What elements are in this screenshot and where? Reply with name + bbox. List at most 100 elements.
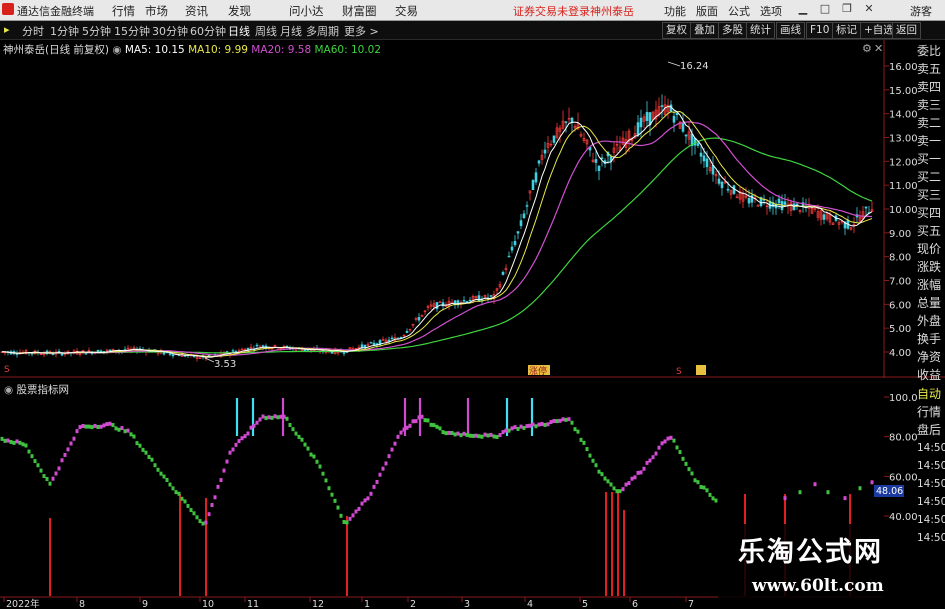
login-warning[interactable]: 证券交易未登录 xyxy=(513,3,590,19)
indicator-segment xyxy=(54,471,58,476)
candle-body xyxy=(501,271,505,275)
stats-button[interactable]: 统计 xyxy=(746,22,775,39)
indicator-segment xyxy=(858,486,862,491)
side-item[interactable]: 买三 xyxy=(917,186,945,204)
side-item[interactable]: 换手 xyxy=(917,330,945,348)
indicator-segment xyxy=(642,466,646,471)
side-item[interactable]: 净资 xyxy=(917,348,945,366)
candlesticks xyxy=(0,94,874,362)
menu-quotes[interactable]: 行情 xyxy=(112,3,135,19)
menu-discover[interactable]: 发现 xyxy=(228,3,251,19)
side-item[interactable]: 外盘 xyxy=(917,312,945,330)
guest-login[interactable]: 游客 xyxy=(910,3,932,19)
kline-chart[interactable]: 16.00 15.00 14.00 13.00 12.00 11.00 10.00 9.00 8… xyxy=(0,40,945,378)
period-15min[interactable]: 15分钟 xyxy=(114,23,150,39)
period-monthly[interactable]: 月线 xyxy=(280,23,302,39)
indicator-segment xyxy=(657,445,661,450)
period-30min[interactable]: 30分钟 xyxy=(152,23,188,39)
side-lower-item[interactable]: 14:50 xyxy=(917,493,945,511)
ma20-line xyxy=(1,121,873,356)
period-more[interactable]: 更多 > xyxy=(344,23,379,39)
side-item[interactable]: 涨幅 xyxy=(917,276,945,294)
minimize-icon[interactable]: ▁ xyxy=(796,2,810,16)
side-item[interactable]: 卖一 xyxy=(917,132,945,150)
menu-news[interactable]: 资讯 xyxy=(185,3,208,19)
side-item[interactable]: 买二 xyxy=(917,168,945,186)
multi-stock-button[interactable]: 多股 xyxy=(718,22,747,39)
candle-body xyxy=(522,213,526,218)
pane-close-icon[interactable]: ✕ xyxy=(874,42,883,55)
menu-market[interactable]: 市场 xyxy=(145,3,168,19)
side-item[interactable]: 卖四 xyxy=(917,78,945,96)
side-lower-item[interactable]: 14:50 xyxy=(917,475,945,493)
side-lower-item[interactable]: 14:50 xyxy=(917,511,945,529)
side-item[interactable]: 委比 xyxy=(917,42,945,60)
period-weekly[interactable]: 周线 xyxy=(255,23,277,39)
play-icon[interactable]: ▸ xyxy=(4,23,10,36)
side-lower-item[interactable]: 14:50 xyxy=(917,529,945,547)
indicator-segment xyxy=(48,481,52,486)
menu-ask[interactable]: 问小达 xyxy=(289,3,324,19)
layout-button[interactable]: 版面 xyxy=(696,3,718,19)
indicator-segment xyxy=(456,431,460,436)
indicator-toggle-icon[interactable]: ◉ xyxy=(4,384,17,396)
side-item[interactable]: 涨跌 xyxy=(917,258,945,276)
time-tick-label: 2 xyxy=(410,599,416,609)
indicator-segment xyxy=(402,427,406,432)
side-lower-item[interactable]: 14:50 xyxy=(917,457,945,475)
mark-button[interactable]: 标记 xyxy=(832,22,861,39)
adjust-button[interactable]: 复权 xyxy=(662,22,691,39)
maximize-icon[interactable]: □ xyxy=(818,2,832,16)
draw-button[interactable]: 画线 xyxy=(776,22,805,39)
side-item[interactable]: 收益 xyxy=(917,366,945,384)
indicator-segment xyxy=(309,452,313,457)
indicator-segment xyxy=(408,423,412,428)
side-lower-item[interactable]: 行情 xyxy=(917,403,945,421)
restore-icon[interactable]: ❐ xyxy=(840,2,854,16)
indicator-segment xyxy=(483,432,487,437)
back-button[interactable]: 返回 xyxy=(892,22,921,39)
period-multi[interactable]: 多周期 xyxy=(306,23,339,39)
f10-button[interactable]: F10 xyxy=(806,22,834,39)
side-lower-item[interactable]: 14:50 xyxy=(917,439,945,457)
side-item[interactable]: 总量 xyxy=(917,294,945,312)
indicator-segment xyxy=(63,452,67,457)
indicator-segment xyxy=(558,418,562,423)
candle-body xyxy=(543,149,547,154)
formula-button[interactable]: 公式 xyxy=(728,3,750,19)
candle-body xyxy=(636,122,640,135)
indicator-segment xyxy=(435,424,439,429)
side-item[interactable]: 买五 xyxy=(917,222,945,240)
side-item[interactable]: 买四 xyxy=(917,204,945,222)
side-item[interactable]: 卖二 xyxy=(917,114,945,132)
period-intraday[interactable]: 分时 xyxy=(22,23,44,39)
side-lower-item[interactable]: 盘后 xyxy=(917,421,945,439)
function-button[interactable]: 功能 xyxy=(664,3,686,19)
options-button[interactable]: 选项 xyxy=(760,3,782,19)
indicator-segment xyxy=(615,489,619,494)
close-icon[interactable]: ✕ xyxy=(862,2,876,16)
menu-trade[interactable]: 交易 xyxy=(395,3,418,19)
side-item[interactable]: 卖五 xyxy=(917,60,945,78)
period-60min[interactable]: 60分钟 xyxy=(190,23,226,39)
side-lower-item[interactable]: 自动 xyxy=(917,385,945,403)
menu-wealth[interactable]: 财富圈 xyxy=(342,3,377,19)
indicator-segment xyxy=(123,429,127,434)
indicator-segment xyxy=(105,422,109,427)
period-5min[interactable]: 5分钟 xyxy=(82,23,111,39)
time-tick-label: 6 xyxy=(632,599,638,609)
side-item[interactable]: 卖三 xyxy=(917,96,945,114)
settings-gear-icon[interactable]: ⚙ xyxy=(862,42,872,55)
period-1min[interactable]: 1分钟 xyxy=(50,23,79,39)
side-item[interactable]: 买一 xyxy=(917,150,945,168)
candle-body xyxy=(675,112,679,116)
period-daily[interactable]: 日线 xyxy=(228,23,250,39)
indicator-segment xyxy=(826,490,830,495)
ma-toggle-icon[interactable]: ◉ xyxy=(112,44,125,56)
indicator-segment xyxy=(555,419,559,424)
indicator-segment xyxy=(609,482,613,487)
overlay-button[interactable]: 叠加 xyxy=(690,22,719,39)
indicator-segment xyxy=(18,440,22,445)
price-tick-label: 4.00 xyxy=(889,348,911,359)
side-item[interactable]: 现价 xyxy=(917,240,945,258)
